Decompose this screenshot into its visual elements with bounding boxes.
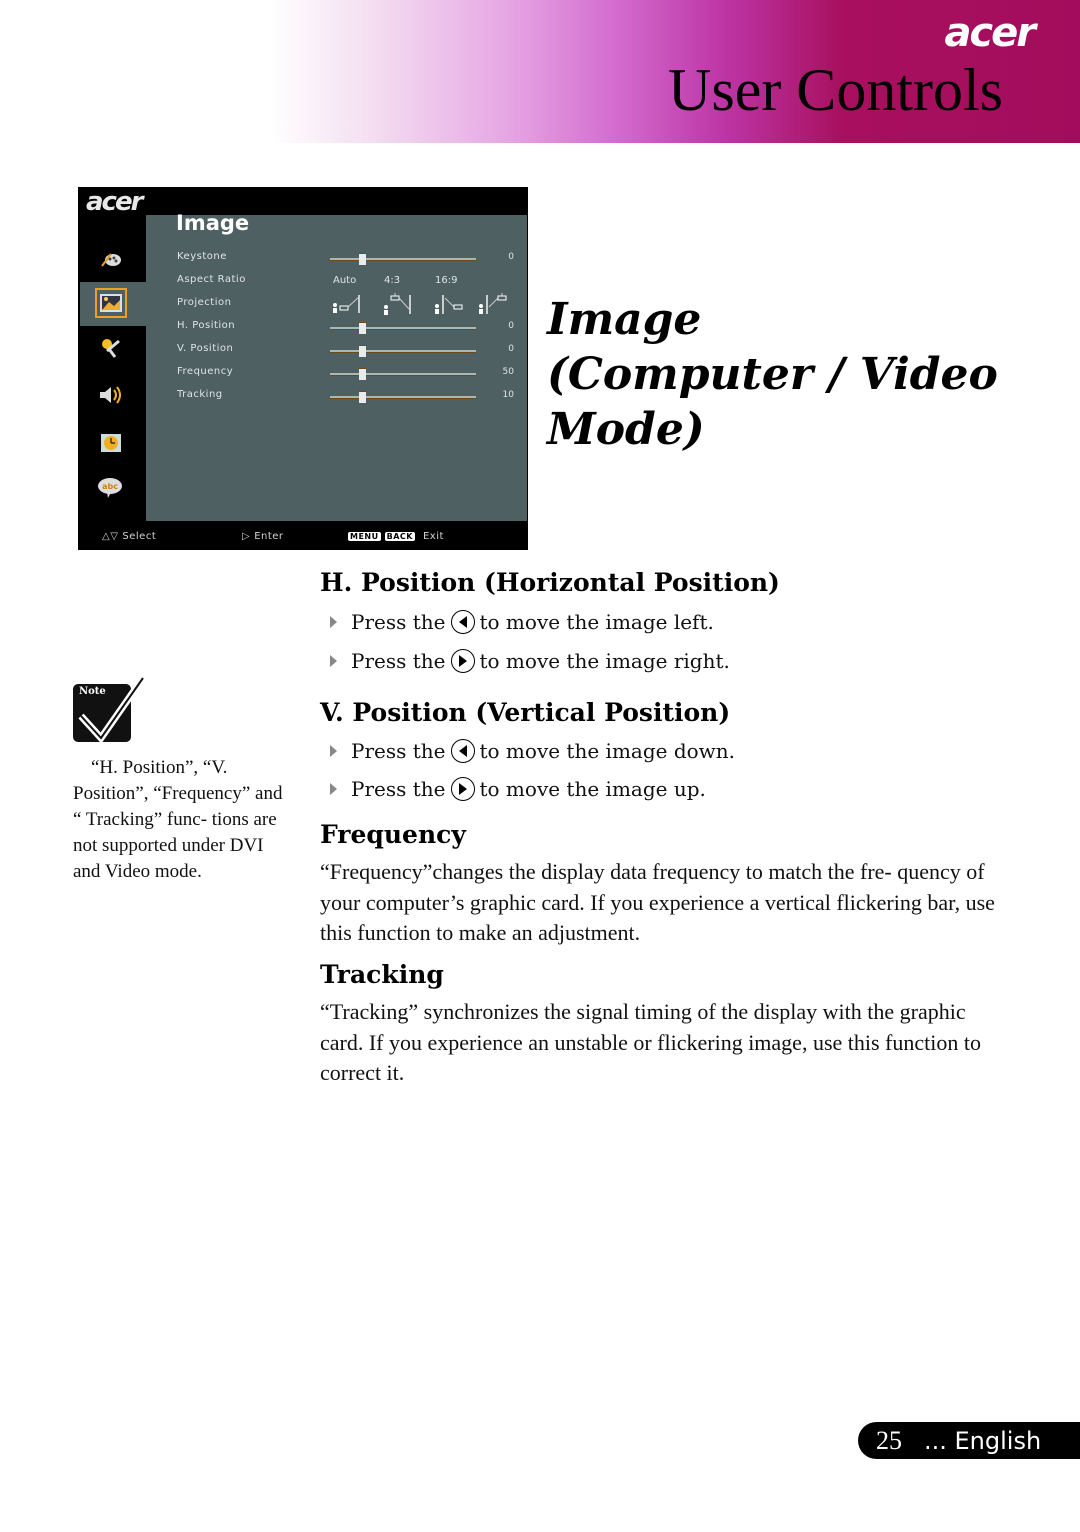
v-position-slider-thumb[interactable] xyxy=(359,345,367,357)
up-down-arrows-icon: △▽ xyxy=(102,531,119,542)
v-position-value: 0 xyxy=(508,344,514,354)
section-title-line-3: Mode) xyxy=(547,404,705,455)
keystone-slider[interactable] xyxy=(330,253,476,265)
osd-menu-title: Image xyxy=(176,211,250,235)
bullet-triangle-icon xyxy=(330,616,337,628)
settings-wrench-icon[interactable] xyxy=(98,337,124,359)
note-checkmark-icon: Note xyxy=(73,676,145,746)
bullet-prefix: Press the xyxy=(351,649,446,673)
section-title-line-1: Image xyxy=(547,294,702,345)
bullet-suffix: to move the image up. xyxy=(479,777,706,801)
page-number: 25 xyxy=(876,1425,902,1455)
tracking-slider-thumb[interactable] xyxy=(359,391,367,403)
osd-footer-enter: ▷ Enter xyxy=(242,531,284,542)
bullet-triangle-icon xyxy=(330,655,337,667)
osd-menu-screenshot: acer abc Image Keystone 0 Aspect Ratio A… xyxy=(78,187,528,550)
page-footer: 25 ... English xyxy=(858,1422,1080,1459)
tracking-value: 10 xyxy=(502,390,514,400)
bullet-prefix: Press the xyxy=(351,777,446,801)
osd-acer-logo: acer xyxy=(86,187,143,217)
frequency-heading: Frequency xyxy=(320,820,466,849)
left-arrow-button-icon xyxy=(450,739,475,763)
image-icon[interactable] xyxy=(95,288,127,318)
h-position-value: 0 xyxy=(508,321,514,331)
v-position-bullet-up: Press the to move the image up. xyxy=(330,777,706,801)
aspect-option-auto[interactable]: Auto xyxy=(333,275,356,286)
tracking-slider[interactable] xyxy=(330,391,476,403)
frequency-slider-thumb[interactable] xyxy=(359,368,367,380)
section-title-line-2: (Computer / Video xyxy=(547,349,998,400)
h-position-slider[interactable] xyxy=(330,322,476,334)
menu-key-badge: MENU xyxy=(348,532,381,541)
left-arrow-button-icon xyxy=(450,610,475,634)
bullet-suffix: to move the image left. xyxy=(479,610,714,634)
bullet-suffix: to move the image right. xyxy=(479,649,730,673)
language-label: ... English xyxy=(924,1426,1042,1455)
osd-exit-label: Exit xyxy=(422,531,444,542)
tracking-description: “Tracking” synchronizes the signal timin… xyxy=(320,999,981,1085)
v-position-slider[interactable] xyxy=(330,345,476,357)
osd-row-projection-label[interactable]: Projection xyxy=(177,297,231,308)
osd-footer-exit: MENU BACK Exit xyxy=(348,531,444,542)
bullet-suffix: to move the image down. xyxy=(479,739,736,763)
keystone-value: 0 xyxy=(508,252,514,262)
osd-select-label: Select xyxy=(122,531,157,542)
right-arrow-button-icon xyxy=(450,777,475,801)
front-desktop-projection-icon[interactable] xyxy=(332,293,362,315)
language-bubble-icon[interactable]: abc xyxy=(97,477,123,499)
bullet-prefix: Press the xyxy=(351,610,446,634)
bullet-prefix: Press the xyxy=(351,739,446,763)
h-position-slider-thumb[interactable] xyxy=(359,322,367,334)
header-banner: acer User Controls xyxy=(0,0,1080,143)
v-position-bullet-down: Press the to move the image down. xyxy=(330,739,735,763)
osd-row-aspect-ratio-label[interactable]: Aspect Ratio xyxy=(177,274,246,285)
osd-row-tracking-label[interactable]: Tracking xyxy=(177,389,223,400)
osd-footer-select: △▽ Select xyxy=(102,531,156,542)
osd-enter-label: Enter xyxy=(254,531,284,542)
aspect-option-4-3[interactable]: 4:3 xyxy=(384,275,400,286)
frequency-slider[interactable] xyxy=(330,368,476,380)
section-title: Image (Computer / Video Mode) xyxy=(547,292,998,457)
clock-icon[interactable] xyxy=(98,432,124,454)
right-arrow-icon: ▷ xyxy=(242,531,251,542)
svg-text:abc: abc xyxy=(102,482,118,491)
osd-row-h-position-label[interactable]: H. Position xyxy=(177,320,235,331)
tracking-heading: Tracking xyxy=(320,960,444,989)
rear-desktop-projection-icon[interactable] xyxy=(434,293,464,315)
h-position-bullet-right: Press the to move the image right. xyxy=(330,649,730,673)
keystone-slider-thumb[interactable] xyxy=(359,253,367,265)
osd-row-keystone-label[interactable]: Keystone xyxy=(177,251,227,262)
osd-row-v-position-label[interactable]: V. Position xyxy=(177,343,233,354)
frequency-description: “Frequency”changes the display data freq… xyxy=(320,859,995,945)
osd-row-frequency-label[interactable]: Frequency xyxy=(177,366,233,377)
bullet-triangle-icon xyxy=(330,783,337,795)
aspect-option-16-9[interactable]: 16:9 xyxy=(435,275,457,286)
note-text: “H. Position”, “V. Position”, “Frequency… xyxy=(73,757,283,882)
frequency-value: 50 xyxy=(502,367,514,377)
v-position-heading: V. Position (Vertical Position) xyxy=(320,698,731,727)
h-position-heading: H. Position (Horizontal Position) xyxy=(320,568,780,597)
speaker-icon[interactable] xyxy=(98,384,124,406)
acer-logo: acer xyxy=(944,10,1036,56)
rear-ceiling-projection-icon[interactable] xyxy=(478,293,508,315)
bullet-triangle-icon xyxy=(330,745,337,757)
right-arrow-button-icon xyxy=(450,649,475,673)
front-ceiling-projection-icon[interactable] xyxy=(383,293,413,315)
palette-icon[interactable] xyxy=(98,247,124,269)
h-position-bullet-left: Press the to move the image left. xyxy=(330,610,714,634)
back-key-badge: BACK xyxy=(384,532,415,541)
chapter-title: User Controls xyxy=(668,57,1003,123)
